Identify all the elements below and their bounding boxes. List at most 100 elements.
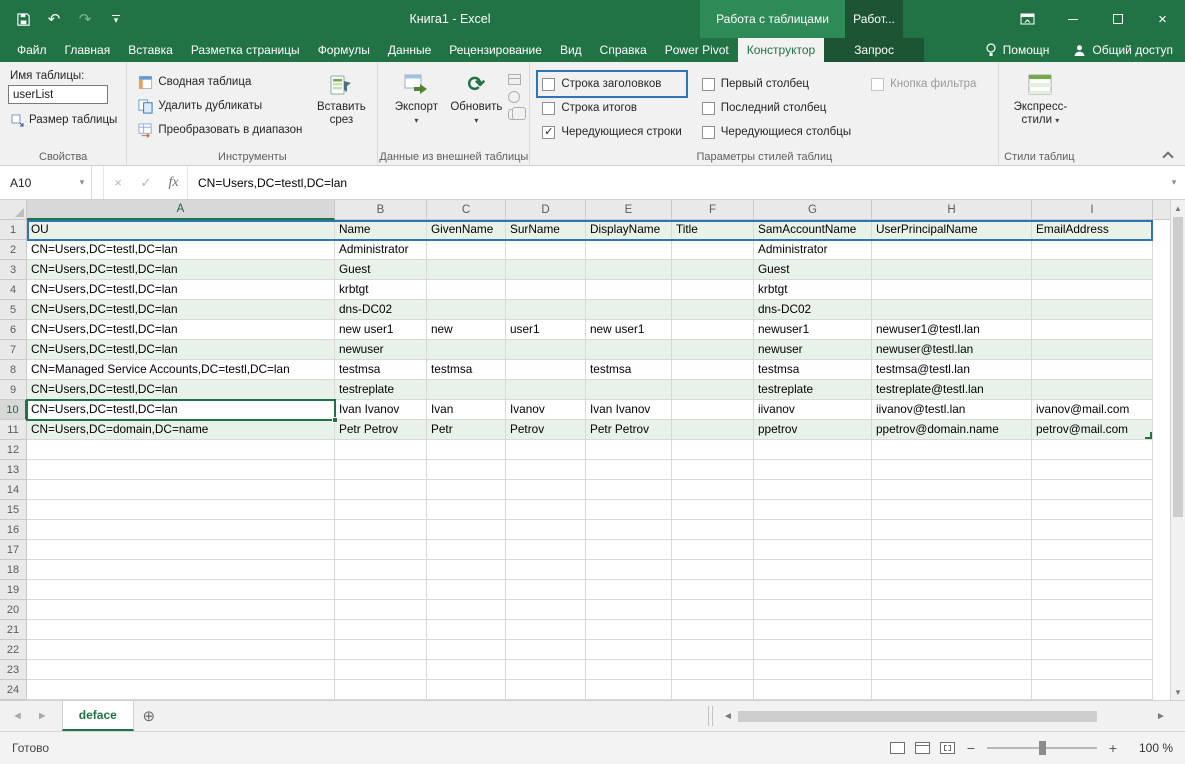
vertical-scrollbar[interactable]: ▲ ▼ xyxy=(1170,200,1185,700)
cell-F18[interactable] xyxy=(672,560,754,580)
cell-G1[interactable]: SamAccountName xyxy=(754,220,872,240)
row-header-23[interactable]: 23 xyxy=(0,660,27,680)
cell-D12[interactable] xyxy=(506,440,586,460)
cell-E10[interactable]: Ivan Ivanov xyxy=(586,400,672,420)
cell-C3[interactable] xyxy=(427,260,506,280)
cell-B2[interactable]: Administrator xyxy=(335,240,427,260)
cell-C8[interactable]: testmsa xyxy=(427,360,506,380)
quick-styles-button[interactable]: Экспресс- стили ▾ xyxy=(1007,66,1073,127)
cell-G2[interactable]: Administrator xyxy=(754,240,872,260)
cell-D2[interactable] xyxy=(506,240,586,260)
cell-H12[interactable] xyxy=(872,440,1032,460)
cell-H1[interactable]: UserPrincipalName xyxy=(872,220,1032,240)
cell-C5[interactable] xyxy=(427,300,506,320)
scroll-down-icon[interactable]: ▼ xyxy=(1171,684,1185,700)
cell-D7[interactable] xyxy=(506,340,586,360)
cell-C16[interactable] xyxy=(427,520,506,540)
cell-A2[interactable]: CN=Users,DC=testl,DC=lan xyxy=(27,240,335,260)
cell-H7[interactable]: newuser@testl.lan xyxy=(872,340,1032,360)
cell-H3[interactable] xyxy=(872,260,1032,280)
cell-G16[interactable] xyxy=(754,520,872,540)
column-header-D[interactable]: D xyxy=(506,200,586,220)
cell-E14[interactable] xyxy=(586,480,672,500)
filter-button-checkbox[interactable]: Кнопка фильтра xyxy=(867,72,980,96)
cell-F24[interactable] xyxy=(672,680,754,700)
cell-C19[interactable] xyxy=(427,580,506,600)
cell-I8[interactable] xyxy=(1032,360,1153,380)
cell-B3[interactable]: Guest xyxy=(335,260,427,280)
cell-I20[interactable] xyxy=(1032,600,1153,620)
cell-G17[interactable] xyxy=(754,540,872,560)
cell-D6[interactable]: user1 xyxy=(506,320,586,340)
cell-F9[interactable] xyxy=(672,380,754,400)
cell-H17[interactable] xyxy=(872,540,1032,560)
tab-table-design[interactable]: Конструктор xyxy=(738,38,824,62)
cell-F5[interactable] xyxy=(672,300,754,320)
cell-B16[interactable] xyxy=(335,520,427,540)
total-row-checkbox[interactable]: Строка итогов xyxy=(538,96,685,120)
column-header-I[interactable]: I xyxy=(1032,200,1153,220)
cell-F17[interactable] xyxy=(672,540,754,560)
expand-formula-bar-icon[interactable]: ▾ xyxy=(1163,166,1185,199)
row-header-15[interactable]: 15 xyxy=(0,500,27,520)
cell-E23[interactable] xyxy=(586,660,672,680)
maximize-button[interactable] xyxy=(1095,0,1140,38)
connection-properties-icon[interactable] xyxy=(508,74,521,85)
cell-B5[interactable]: dns-DC02 xyxy=(335,300,427,320)
cell-A4[interactable]: CN=Users,DC=testl,DC=lan xyxy=(27,280,335,300)
cell-A9[interactable]: CN=Users,DC=testl,DC=lan xyxy=(27,380,335,400)
cell-A11[interactable]: CN=Users,DC=domain,DC=name xyxy=(27,420,335,440)
undo-icon[interactable]: ↶ xyxy=(45,10,63,28)
cell-I19[interactable] xyxy=(1032,580,1153,600)
scroll-right-icon[interactable]: ► xyxy=(1153,711,1169,722)
sheet-nav-right-icon[interactable]: ► xyxy=(37,710,48,722)
row-header-16[interactable]: 16 xyxy=(0,520,27,540)
cell-H13[interactable] xyxy=(872,460,1032,480)
tab-help[interactable]: Справка xyxy=(591,38,656,62)
cell-D24[interactable] xyxy=(506,680,586,700)
cell-B20[interactable] xyxy=(335,600,427,620)
cell-E3[interactable] xyxy=(586,260,672,280)
cell-G19[interactable] xyxy=(754,580,872,600)
insert-slicer-button[interactable]: Вставить срез xyxy=(311,66,371,127)
cell-D4[interactable] xyxy=(506,280,586,300)
column-header-A[interactable]: A xyxy=(27,200,335,220)
cell-C12[interactable] xyxy=(427,440,506,460)
scroll-up-icon[interactable]: ▲ xyxy=(1171,200,1185,216)
cell-E2[interactable] xyxy=(586,240,672,260)
cell-G3[interactable]: Guest xyxy=(754,260,872,280)
zoom-out-icon[interactable]: − xyxy=(965,740,977,756)
row-header-7[interactable]: 7 xyxy=(0,340,27,360)
cell-I15[interactable] xyxy=(1032,500,1153,520)
cell-H23[interactable] xyxy=(872,660,1032,680)
row-header-17[interactable]: 17 xyxy=(0,540,27,560)
cell-H5[interactable] xyxy=(872,300,1032,320)
cell-F15[interactable] xyxy=(672,500,754,520)
cell-D3[interactable] xyxy=(506,260,586,280)
cell-E8[interactable]: testmsa xyxy=(586,360,672,380)
cell-I21[interactable] xyxy=(1032,620,1153,640)
cell-E11[interactable]: Petr Petrov xyxy=(586,420,672,440)
cell-A10[interactable]: CN=Users,DC=testl,DC=lan xyxy=(27,400,335,420)
cell-B1[interactable]: Name xyxy=(335,220,427,240)
cell-E9[interactable] xyxy=(586,380,672,400)
cell-H19[interactable] xyxy=(872,580,1032,600)
cell-F11[interactable] xyxy=(672,420,754,440)
cell-D18[interactable] xyxy=(506,560,586,580)
cell-G23[interactable] xyxy=(754,660,872,680)
cell-C7[interactable] xyxy=(427,340,506,360)
cell-G10[interactable]: iivanov xyxy=(754,400,872,420)
cell-F20[interactable] xyxy=(672,600,754,620)
cell-H15[interactable] xyxy=(872,500,1032,520)
cell-B14[interactable] xyxy=(335,480,427,500)
cell-D1[interactable]: SurName xyxy=(506,220,586,240)
cell-I7[interactable] xyxy=(1032,340,1153,360)
cell-G13[interactable] xyxy=(754,460,872,480)
cell-A20[interactable] xyxy=(27,600,335,620)
scroll-left-icon[interactable]: ◄ xyxy=(720,711,736,722)
tab-file[interactable]: Файл xyxy=(8,38,56,62)
cell-G20[interactable] xyxy=(754,600,872,620)
cell-F10[interactable] xyxy=(672,400,754,420)
close-button[interactable]: × xyxy=(1140,0,1185,38)
cell-D17[interactable] xyxy=(506,540,586,560)
